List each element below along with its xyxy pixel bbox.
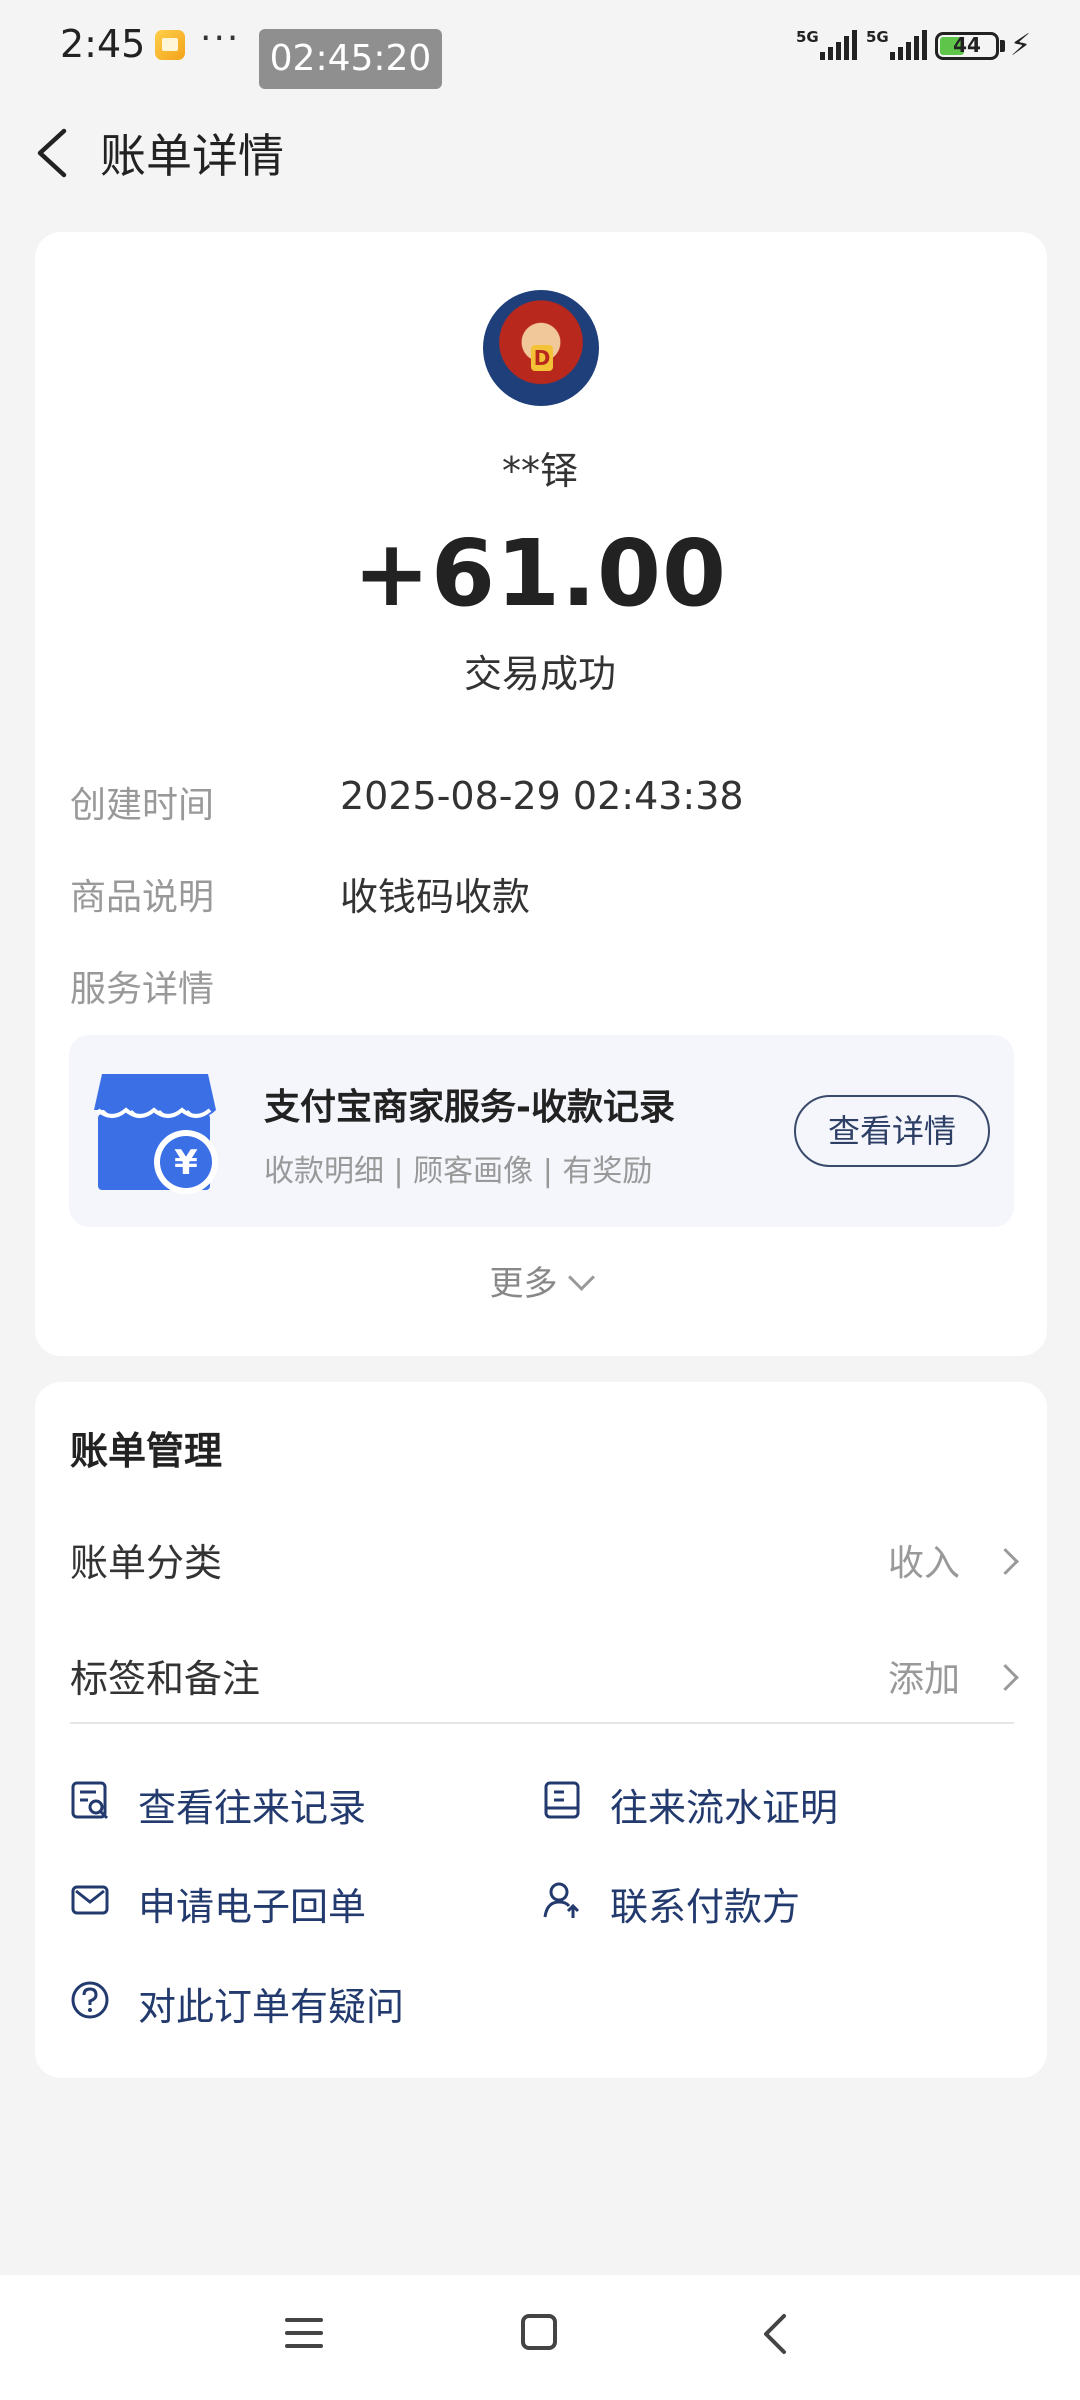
more-toggle[interactable]: 更多 [0,1256,1080,1305]
document-icon [544,1781,580,1819]
charging-icon: ⚡ [1010,28,1032,63]
management-title: 账单管理 [70,1429,223,1473]
signal-sim2-icon: 5G [866,28,927,60]
chevron-down-icon [567,1264,595,1291]
category-label[interactable]: 账单分类 [70,1532,222,1587]
svg-text:¥: ¥ [174,1143,198,1183]
tag-note-value[interactable]: 添加 [888,1650,960,1702]
goods-desc-value: 收钱码收款 [340,875,531,919]
nav-back-icon[interactable] [760,2312,790,2356]
view-details-button[interactable]: 查看详情 [794,1095,990,1167]
more-notifications-icon: ··· [200,18,241,59]
category-value[interactable]: 收入 [888,1534,960,1586]
flow-certificate-link[interactable]: 往来流水证明 [610,1777,838,1832]
battery-tip [1000,40,1005,52]
battery-icon: 44 [935,32,999,60]
order-question-link[interactable]: 对此订单有疑问 [138,1976,404,2031]
contact-person-icon [543,1882,580,1918]
page-title: 账单详情 [100,129,284,183]
notification-app-icon [155,30,185,60]
goods-desc-label: 商品说明 [70,877,215,918]
created-time-value: 2025-08-29 02:43:38 [340,774,744,818]
question-icon [71,1981,109,2019]
store-yuan-icon: ¥ [94,1074,218,1194]
bill-management-card [35,1382,1047,2078]
mail-icon [71,1885,109,1915]
service-title: 支付宝商家服务-收款记录 [264,1087,675,1128]
signal-sim1-icon: 5G [796,28,857,60]
transaction-status: 交易成功 [463,652,616,696]
screen-clock-badge: 02:45:20 [259,29,442,89]
payer-name: **铎 [501,449,578,493]
more-label: 更多 [489,1264,558,1304]
avatar[interactable]: D [483,290,599,406]
service-subtitle: 收款明细 | 顾客画像 | 有奖励 [264,1154,653,1189]
view-records-link[interactable]: 查看往来记录 [138,1777,366,1832]
divider [70,1722,1014,1724]
service-detail-label: 服务详情 [70,969,215,1010]
status-time: 2:45 [60,22,146,66]
tag-note-label[interactable]: 标签和备注 [70,1648,260,1703]
bill-amount: +61.00 [352,520,728,627]
created-time-label: 创建时间 [70,785,215,826]
e-receipt-link[interactable]: 申请电子回单 [138,1876,366,1931]
battery-level: 44 [953,33,981,57]
back-arrow-icon[interactable] [30,125,78,181]
contact-payer-link[interactable]: 联系付款方 [610,1876,800,1931]
recent-apps-icon[interactable] [285,2316,323,2350]
record-search-icon [71,1781,109,1820]
home-icon[interactable] [521,2314,557,2350]
